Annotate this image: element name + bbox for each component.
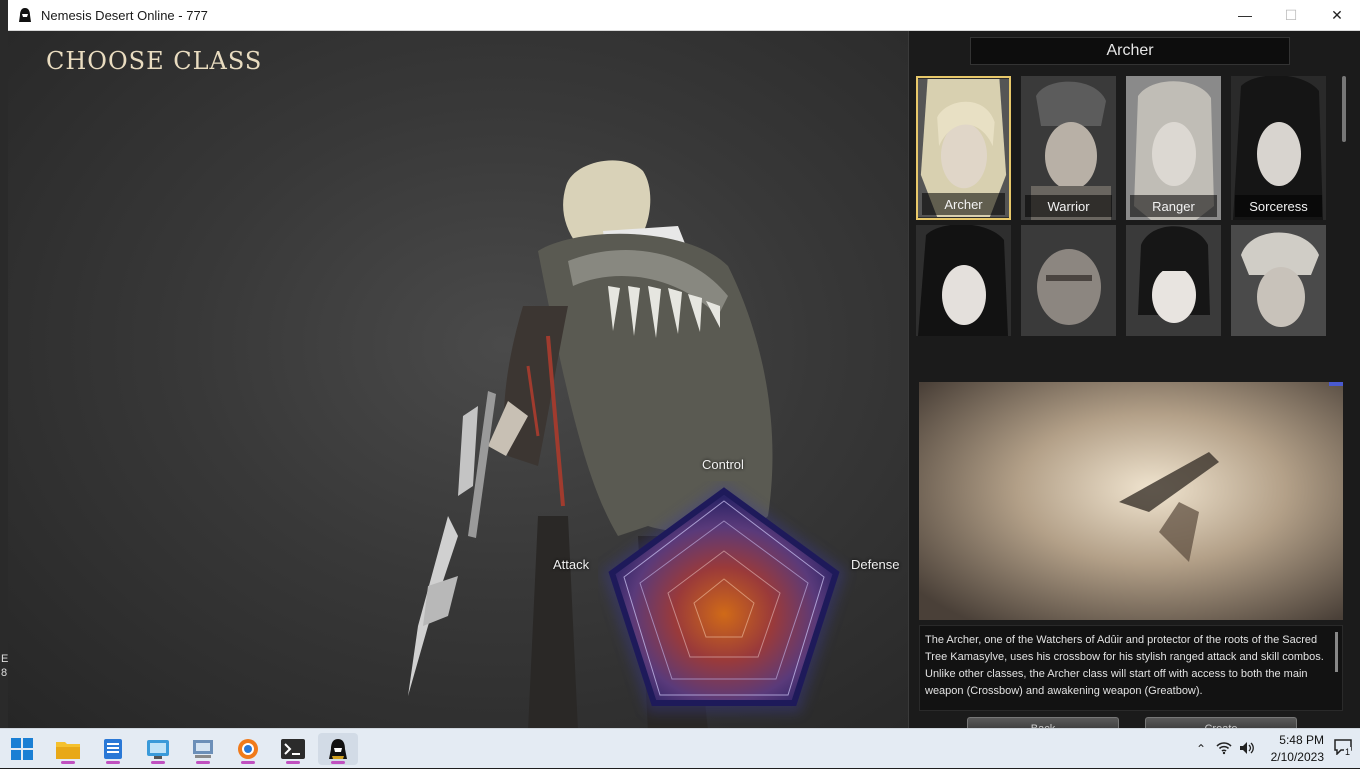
running-indicator [61,761,75,764]
clock-date: 2/10/2023 [1270,750,1324,764]
page-title: CHOOSE CLASS [46,47,263,75]
maximize-icon: ☐ [1284,6,1298,23]
running-indicator [286,761,300,764]
class-selection-panel: Archer Archer Warrior Ranger Sorceress T… [908,31,1360,731]
clock-time: 5:48 PM [1279,733,1324,747]
game-app-icon [19,8,31,22]
window-titlebar[interactable]: Nemesis Desert Online - 777 — ☐ ✕ [8,0,1360,31]
class-card-sorceress[interactable]: Sorceress [1231,76,1326,220]
desktop-edge: E 8 [0,0,8,728]
portrait-6 [1021,225,1116,336]
character-preview-area[interactable]: CHOOSE CLASS Control Attack Defense [8,31,908,728]
remote-desktop-icon[interactable] [183,733,223,765]
class-card-label: Archer [922,193,1005,215]
running-indicator [241,761,255,764]
control-panel-icon[interactable] [138,733,178,765]
class-preview-video[interactable] [919,382,1343,620]
window-controls: — ☐ ✕ [1222,0,1360,30]
system-tray: ⌃ [1190,729,1258,769]
radar-label-defense: Defense [851,557,900,572]
minimize-icon[interactable]: — [1222,0,1268,30]
browser-icon[interactable] [228,733,268,765]
stats-radar-chart [602,483,846,713]
portrait-7 [1126,225,1221,336]
class-card-label: Sorceress [1235,195,1322,217]
portrait-8 [1231,225,1326,336]
running-indicator [196,761,210,764]
running-indicator [331,761,345,764]
notification-count: 1 [1344,747,1352,757]
wifi-icon[interactable] [1212,741,1236,758]
running-indicator [151,761,165,764]
notepad-icon[interactable] [93,733,133,765]
class-card-label: Ranger [1130,195,1217,217]
taskbar-clock[interactable]: 5:48 PM 2/10/2023 [1262,732,1324,766]
radar-label-control: Control [702,457,744,472]
class-card-label: Warrior [1025,195,1112,217]
window-title: Nemesis Desert Online - 777 [41,7,208,23]
notification-icon[interactable]: 1 [1334,739,1354,759]
class-card-5[interactable] [916,225,1011,336]
game-icon[interactable] [318,733,358,765]
class-grid-scrollbar[interactable] [1342,76,1346,142]
class-card-8[interactable] [1231,225,1326,336]
class-description-text: The Archer, one of the Watchers of Adûir… [925,634,1324,697]
portrait-5 [916,225,1011,336]
class-card-warrior[interactable]: Warrior [1021,76,1116,220]
description-scrollbar[interactable] [1335,632,1338,672]
taskbar: ⌃ 5:48 PM 2/10/2023 1 [0,728,1360,768]
class-description: The Archer, one of the Watchers of Adûir… [919,625,1343,711]
selected-class-title: Archer [970,37,1290,65]
class-card-ranger[interactable]: Ranger [1126,76,1221,220]
file-explorer-icon[interactable] [48,733,88,765]
class-card-6[interactable] [1021,225,1116,336]
volume-icon[interactable] [1236,741,1258,758]
terminal-icon[interactable] [273,733,313,765]
start-icon[interactable] [2,733,42,765]
chevron-up-icon[interactable]: ⌃ [1190,742,1212,756]
class-card-archer[interactable]: Archer [916,76,1011,220]
close-icon[interactable]: ✕ [1314,0,1360,30]
radar-label-attack: Attack [553,557,590,572]
class-card-7[interactable] [1126,225,1221,336]
running-indicator [106,761,120,764]
